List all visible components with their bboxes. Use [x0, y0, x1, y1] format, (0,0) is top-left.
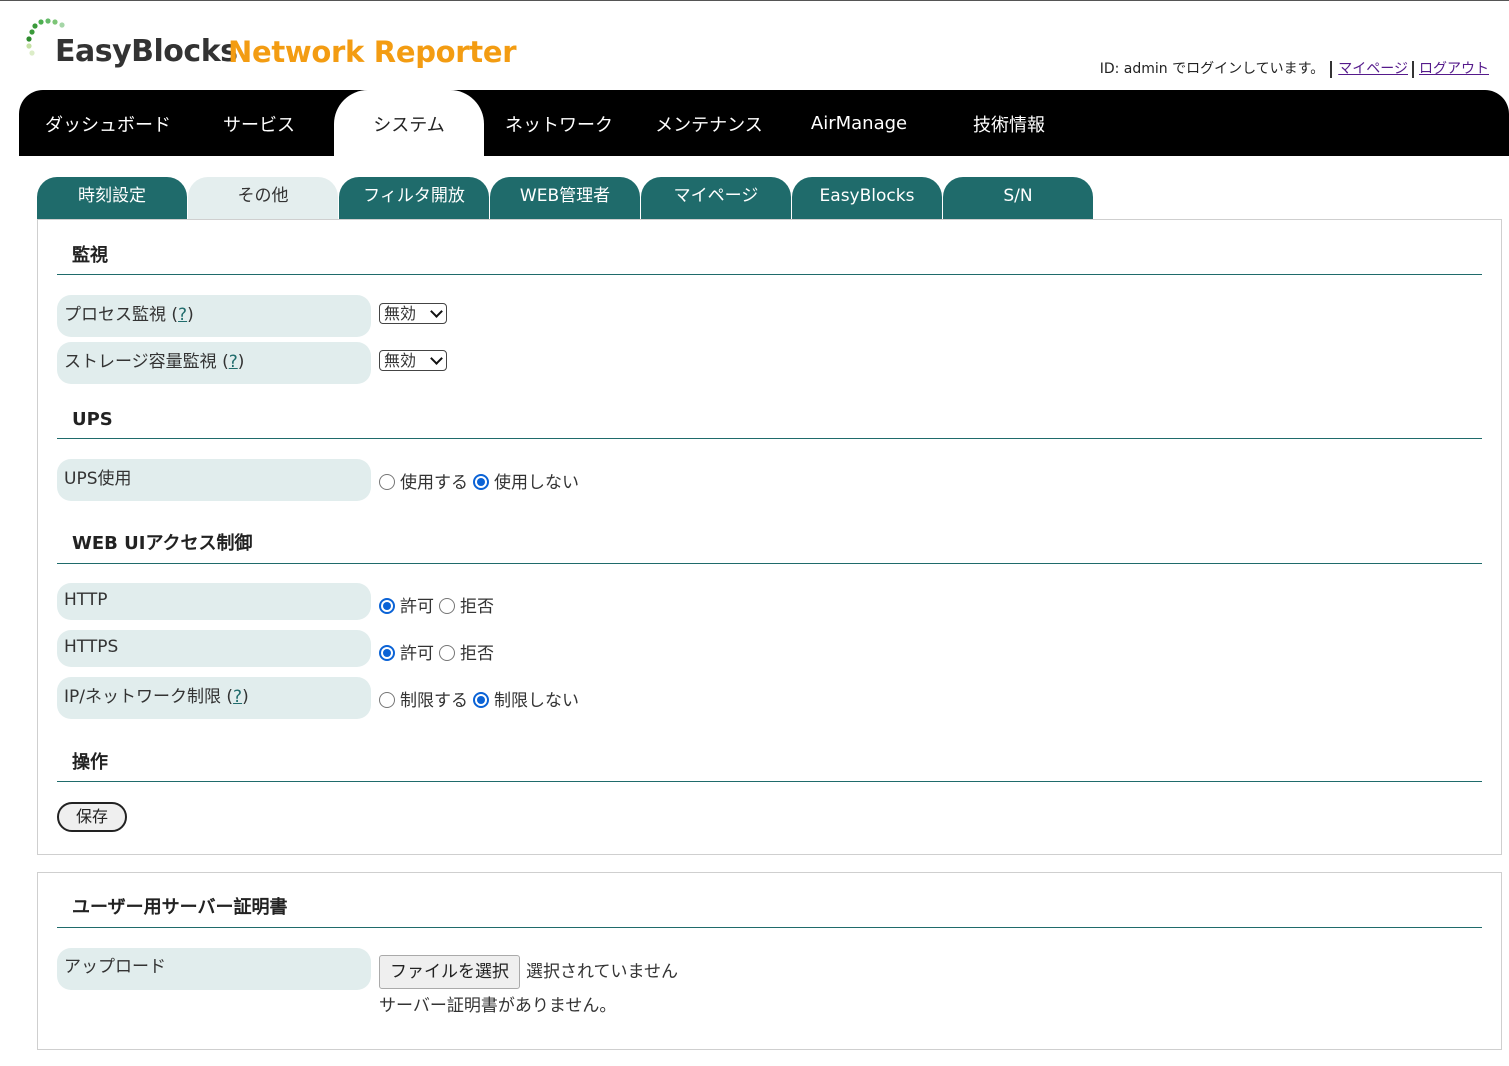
- nav-system[interactable]: システム: [334, 90, 484, 156]
- ups-use-yes-radio[interactable]: [379, 474, 395, 490]
- logout-link[interactable]: ログアウト: [1419, 61, 1489, 77]
- settings-panel: 監視 プロセス監視 (?) 無効 ストレージ容量監視 (?) 無効 UPS UP…: [37, 219, 1502, 855]
- top-border: [0, 0, 1509, 1]
- label-storage-monitoring: ストレージ容量監視 (?): [57, 342, 371, 384]
- file-upload-control: ファイルを選択 選択されていません: [379, 955, 678, 989]
- http-control: 許可 拒否: [379, 592, 499, 617]
- ups-use-control: 使用する 使用しない: [379, 468, 584, 493]
- radio-label: 制限しない: [494, 691, 579, 711]
- radio-label: 制限する: [400, 691, 468, 711]
- radio-label: 拒否: [460, 644, 494, 664]
- divider: [1330, 60, 1333, 78]
- label-ip-network-restriction: IP/ネットワーク制限 (?): [57, 677, 371, 719]
- select-value: 無効: [384, 304, 417, 323]
- ups-use-no-radio[interactable]: [473, 474, 489, 490]
- storage-monitoring-control: 無効: [379, 350, 447, 371]
- nav-dashboard[interactable]: ダッシュボード: [19, 90, 197, 156]
- help-link[interactable]: ?: [178, 305, 187, 325]
- file-status-text: 選択されていません: [526, 962, 678, 982]
- https-control: 許可 拒否: [379, 639, 499, 664]
- select-value: 無効: [384, 351, 417, 370]
- http-allow-radio[interactable]: [379, 598, 395, 614]
- process-monitoring-select[interactable]: 無効: [379, 303, 447, 324]
- label-upload: アップロード: [57, 948, 371, 990]
- cert-status-text: サーバー証明書がありません。: [379, 996, 617, 1016]
- ip-restrict-no-radio[interactable]: [473, 692, 489, 708]
- logo: EasyBlocks Network Reporter: [24, 14, 517, 80]
- label-ups-use: UPS使用: [57, 459, 371, 501]
- section-title-ups: UPS: [72, 409, 113, 430]
- https-allow-radio[interactable]: [379, 645, 395, 661]
- ip-network-restriction-control: 制限する 制限しない: [379, 686, 584, 711]
- divider: [1412, 60, 1414, 78]
- login-status-text: ID: admin でログインしています。: [1099, 61, 1325, 77]
- label-text: ストレージ容量監視: [64, 352, 223, 372]
- main-nav: ダッシュボード サービス システム ネットワーク メンテナンス AirManag…: [19, 90, 1509, 156]
- tab-mypage[interactable]: マイページ: [641, 177, 791, 220]
- choose-file-button[interactable]: ファイルを選択: [379, 955, 520, 989]
- radio-label: 使用する: [400, 473, 468, 493]
- product-name: Network Reporter: [228, 35, 517, 69]
- radio-label: 許可: [400, 597, 434, 617]
- nav-network[interactable]: ネットワーク: [484, 90, 634, 156]
- tab-time-settings[interactable]: 時刻設定: [37, 177, 187, 220]
- label-process-monitoring: プロセス監視 (?): [57, 295, 371, 337]
- section-title-operation: 操作: [72, 752, 108, 773]
- label-text: IP/ネットワーク制限: [64, 687, 227, 707]
- section-divider: [57, 781, 1482, 782]
- radio-label: 拒否: [460, 597, 494, 617]
- ip-restrict-yes-radio[interactable]: [379, 692, 395, 708]
- nav-service[interactable]: サービス: [184, 90, 334, 156]
- tab-web-admin[interactable]: WEB管理者: [490, 177, 640, 220]
- section-divider: [57, 563, 1482, 564]
- tab-easyblocks[interactable]: EasyBlocks: [792, 177, 942, 220]
- tab-other[interactable]: その他: [188, 177, 338, 220]
- process-monitoring-control: 無効: [379, 303, 447, 324]
- label-http: HTTP: [57, 583, 371, 620]
- label-https: HTTPS: [57, 630, 371, 667]
- tab-serial-number[interactable]: S/N: [943, 177, 1093, 220]
- chevron-down-icon: [430, 352, 443, 365]
- https-deny-radio[interactable]: [439, 645, 455, 661]
- section-divider: [57, 927, 1482, 928]
- storage-monitoring-select[interactable]: 無効: [379, 350, 447, 371]
- chevron-down-icon: [430, 305, 443, 318]
- nav-tech-info[interactable]: 技術情報: [934, 90, 1084, 156]
- nav-maintenance[interactable]: メンテナンス: [634, 90, 784, 156]
- login-bar: ID: admin でログインしています。 マイページ ログアウト: [1100, 58, 1489, 78]
- radio-label: 使用しない: [494, 473, 579, 493]
- brand-name: EasyBlocks: [55, 34, 238, 69]
- help-link[interactable]: ?: [233, 687, 242, 707]
- section-title-monitoring: 監視: [72, 245, 108, 266]
- cert-panel: ユーザー用サーバー証明書 アップロード ファイルを選択 選択されていません サーバ…: [37, 872, 1502, 1050]
- nav-airmanage[interactable]: AirManage: [784, 90, 934, 156]
- label-text: プロセス監視: [64, 305, 172, 325]
- tab-filter-open[interactable]: フィルタ開放: [339, 177, 489, 220]
- help-link[interactable]: ?: [229, 352, 238, 372]
- mypage-link[interactable]: マイページ: [1338, 61, 1408, 77]
- save-button[interactable]: 保存: [57, 802, 127, 832]
- section-title-server-cert: ユーザー用サーバー証明書: [72, 897, 288, 918]
- section-divider: [57, 438, 1482, 439]
- section-divider: [57, 274, 1482, 275]
- radio-label: 許可: [400, 644, 434, 664]
- section-title-webui-access: WEB UIアクセス制御: [72, 533, 253, 554]
- http-deny-radio[interactable]: [439, 598, 455, 614]
